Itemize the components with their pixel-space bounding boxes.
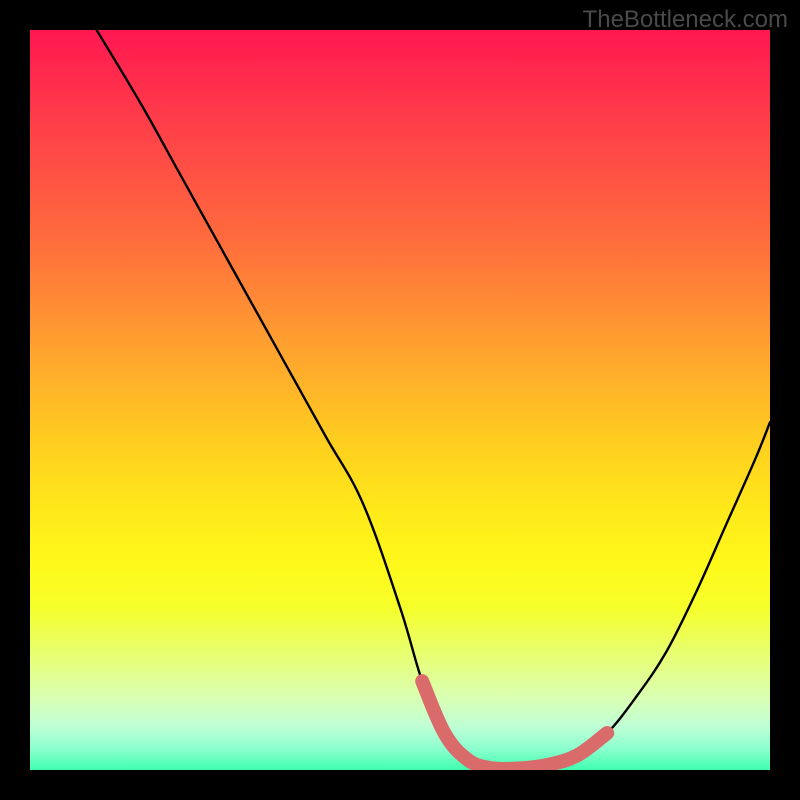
plot-svg xyxy=(30,30,770,770)
plot-interior xyxy=(30,30,770,770)
optimal-zone-overlay xyxy=(422,681,607,769)
bottleneck-curve xyxy=(97,30,770,769)
watermark-text: TheBottleneck.com xyxy=(583,6,788,34)
chart-frame: TheBottleneck.com xyxy=(0,0,800,800)
